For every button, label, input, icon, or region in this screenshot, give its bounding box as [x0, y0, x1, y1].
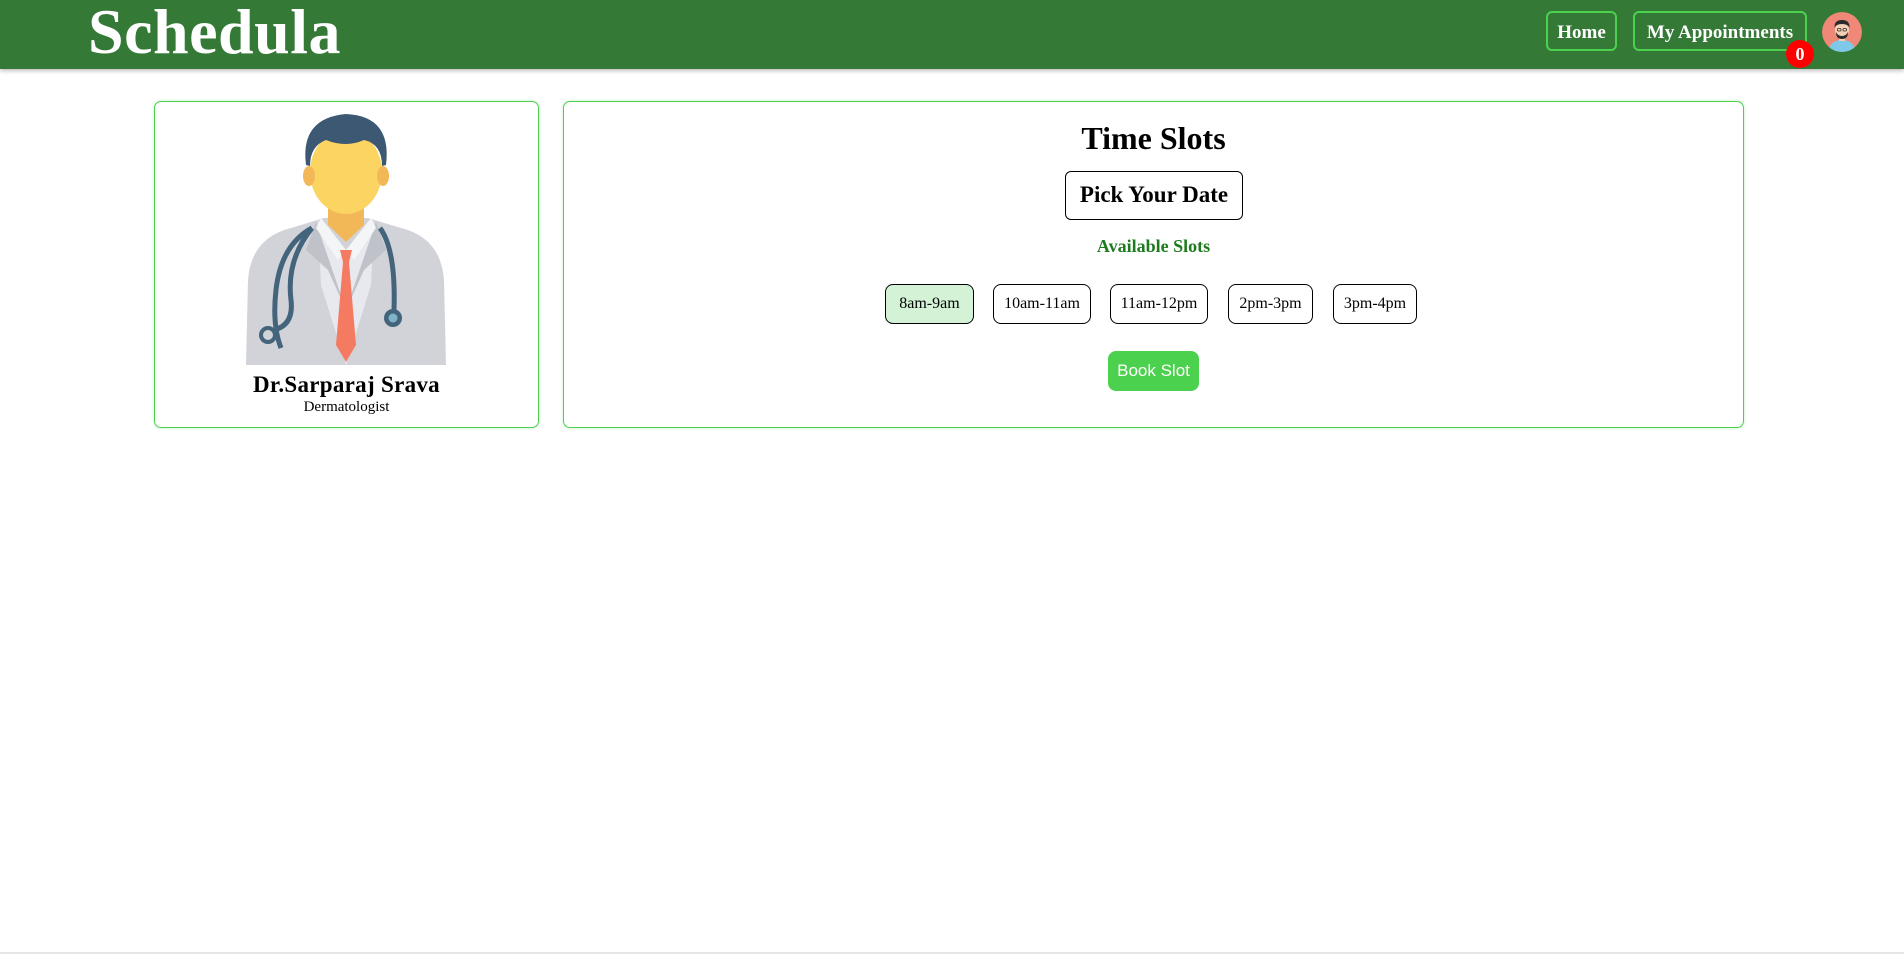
user-avatar[interactable] [1822, 12, 1862, 52]
slot-11am-12pm[interactable]: 11am-12pm [1110, 284, 1208, 324]
book-slot-button[interactable]: Book Slot [1108, 351, 1199, 391]
slot-8am-9am[interactable]: 8am-9am [885, 284, 974, 324]
doctor-name: Dr.Sarparaj Srava [253, 372, 440, 397]
top-navbar: Schedula Home My Appointments 0 [0, 0, 1904, 69]
time-slots-title: Time Slots [1081, 120, 1226, 156]
slot-3pm-4pm[interactable]: 3pm-4pm [1333, 284, 1417, 324]
available-slots-label: Available Slots [1096, 236, 1211, 256]
brand-logo[interactable]: Schedula [88, 0, 341, 68]
slot-2pm-3pm[interactable]: 2pm-3pm [1228, 284, 1313, 324]
my-appointments-button[interactable]: My Appointments [1633, 11, 1807, 51]
appointments-count-badge: 0 [1786, 40, 1814, 68]
doctor-illustration-icon [246, 114, 446, 365]
pick-date-button[interactable]: Pick Your Date [1065, 171, 1243, 220]
home-button[interactable]: Home [1546, 11, 1617, 51]
slot-10am-11am[interactable]: 10am-11am [993, 284, 1091, 324]
time-slots-card: Time Slots Pick Your Date Available Slot… [563, 101, 1744, 428]
doctor-card: Dr.Sarparaj Srava Dermatologist [154, 101, 539, 428]
page-bottom-border [0, 952, 1904, 954]
doctor-specialty: Dermatologist [303, 399, 390, 415]
user-avatar-icon [1822, 12, 1862, 52]
